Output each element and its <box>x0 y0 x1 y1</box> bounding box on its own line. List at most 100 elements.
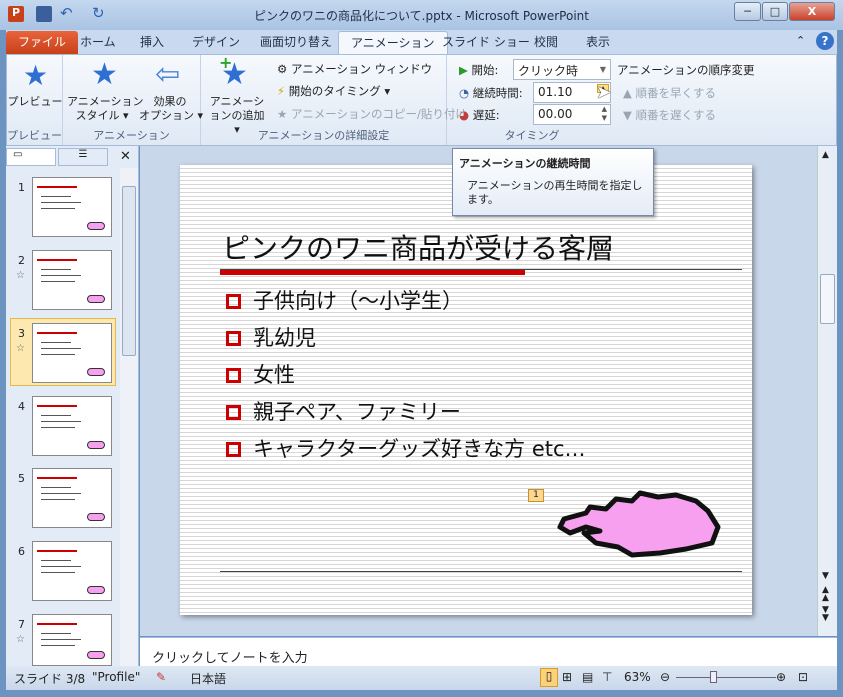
group-timing: ▶ 開始: クリック時 ▼ ◔ 継続時間: 01.10 ▲ ◕ 遅延: 00.00 ▲… <box>447 55 755 145</box>
move-later-button[interactable]: ▼ 順番を遅くする <box>623 107 716 123</box>
slide-sorter-icon[interactable]: ⊞ <box>562 670 572 684</box>
trigger-button[interactable]: ⚡ 開始のタイミング ▾ <box>277 83 390 99</box>
start-label: ▶ 開始: <box>459 63 499 77</box>
thumbnail-scrollbar[interactable] <box>120 168 138 666</box>
next-slide-icon[interactable]: ▼ ▼ <box>822 606 829 623</box>
effect-options-arrow-icon: ⇦ <box>155 57 181 92</box>
minimize-button[interactable]: ─ <box>734 2 761 21</box>
slide-number: 3 <box>18 327 25 340</box>
bullet-text: 女性 <box>253 363 295 387</box>
tab-home[interactable]: ホーム <box>68 31 128 54</box>
lightning-icon: ⚡ <box>277 84 289 98</box>
bullet-square-icon <box>226 368 241 383</box>
animation-pane-icon: ⚙ <box>277 62 291 76</box>
maximize-button[interactable]: □ <box>762 2 788 21</box>
tab-view[interactable]: 表示 <box>574 31 622 54</box>
pink-crocodile-image[interactable] <box>556 487 732 559</box>
animation-painter-button[interactable]: ★ アニメーションのコピー/貼り付け <box>277 106 467 122</box>
spellcheck-icon[interactable]: ✎ <box>156 670 166 684</box>
bullet-text: キャラクターグッズ好きな方 etc… <box>253 437 586 461</box>
animation-order-tag[interactable]: 1 <box>528 489 544 502</box>
bullet-text: 乳幼児 <box>253 326 316 350</box>
animation-star-icon: ☆ <box>16 270 25 281</box>
tab-review[interactable]: 校閲 <box>522 31 570 54</box>
slide-thumbnail[interactable] <box>32 396 112 456</box>
animation-style-button[interactable]: アニメーション スタイル ▾ <box>67 95 144 123</box>
slide-number: 2 <box>18 254 25 267</box>
language-indicator[interactable]: 日本語 <box>190 670 226 687</box>
bullet-item[interactable]: キャラクターグッズ好きな方 etc… <box>226 433 586 463</box>
reading-view-icon[interactable]: ▤ <box>582 670 593 684</box>
delay-label: ◕ 遅延: <box>459 108 500 122</box>
scroll-thumb[interactable] <box>122 186 136 356</box>
bullet-square-icon <box>226 405 241 420</box>
start-select[interactable]: クリック時 ▼ <box>513 59 611 80</box>
bullet-item[interactable]: 子供向け（～小学生） <box>226 285 463 315</box>
move-earlier-button[interactable]: ▲ 順番を早くする <box>623 85 716 101</box>
mouse-cursor-icon: ➤ <box>596 82 612 103</box>
scroll-thumb[interactable] <box>820 274 835 324</box>
previous-slide-icon[interactable]: ▲ ▲ <box>822 586 829 603</box>
slide-thumbnail[interactable] <box>32 614 112 666</box>
collapse-ribbon-icon[interactable]: ⌃ <box>796 34 805 47</box>
zoom-in-icon[interactable]: ⊕ <box>776 670 786 684</box>
slide-counter: スライド 3/8 <box>14 672 86 686</box>
slide-number: 6 <box>18 545 25 558</box>
window-title: ピンクのワニの商品化について.pptx - Microsoft PowerPoi… <box>254 9 589 23</box>
slide-number: 4 <box>18 400 25 413</box>
effect-options-button[interactable]: 効果の オプション ▾ <box>139 95 203 123</box>
scroll-up-icon[interactable]: ▲ <box>822 150 829 160</box>
duration-label: ◔ 継続時間: <box>459 86 523 100</box>
theme-name: "Profile" <box>92 670 141 684</box>
slide-thumbnail[interactable] <box>32 541 112 601</box>
help-icon[interactable]: ? <box>816 32 834 50</box>
slide-vertical-scrollbar[interactable]: ▲ ▼ ▲ ▲ ▼ ▼ <box>817 146 837 636</box>
plus-icon: + <box>219 53 233 72</box>
duration-value: 01.10 <box>538 85 573 99</box>
slide-thumbnail[interactable] <box>32 250 112 310</box>
footer-rule <box>220 571 742 572</box>
tooltip: アニメーションの継続時間 アニメーションの再生時間を指定します。 <box>452 148 654 216</box>
slide-canvas[interactable]: ピンクのワニ商品が受ける客層 子供向け（～小学生） 乳幼児女性親子ペア、ファミリー… <box>180 165 752 615</box>
bullet-item[interactable]: 親子ペア、ファミリー <box>226 396 461 426</box>
tab-insert[interactable]: 挿入 <box>128 31 176 54</box>
zoom-level[interactable]: 63% <box>624 670 651 684</box>
slide-number: 7 <box>18 618 25 631</box>
preview-button[interactable]: プレビュー <box>7 95 63 109</box>
chevron-down-icon: ▼ <box>599 65 606 74</box>
slideshow-view-icon[interactable]: ⊤ <box>602 670 612 684</box>
normal-view-icon[interactable]: ▯ <box>540 668 558 687</box>
delay-spinner[interactable]: 00.00 ▲ ▼ <box>533 104 611 125</box>
animation-style-star-icon: ★ <box>91 57 118 92</box>
slide-thumbnail[interactable] <box>32 177 112 237</box>
zoom-slider-thumb[interactable] <box>709 671 717 683</box>
title-rule <box>220 269 742 270</box>
start-value: クリック時 <box>518 64 579 78</box>
bullet-item[interactable]: 女性 <box>226 359 295 389</box>
zoom-out-icon[interactable]: ⊖ <box>660 670 670 684</box>
close-button[interactable]: X <box>789 2 835 21</box>
notes-pane[interactable]: クリックしてノートを入力 <box>140 637 837 666</box>
tab-transitions[interactable]: 画面切り替え <box>248 31 344 54</box>
animation-star-icon: ☆ <box>16 343 25 354</box>
close-pane-icon[interactable]: ✕ <box>120 149 131 164</box>
clock-icon: ◔ <box>459 86 473 100</box>
painter-star-icon: ★ <box>277 107 291 121</box>
slide-thumbnail[interactable] <box>32 468 112 528</box>
bullet-text: 親子ペア、ファミリー <box>253 400 461 424</box>
tab-slides[interactable]: ▭ <box>6 148 56 166</box>
fit-to-window-icon[interactable]: ⊡ <box>798 670 808 684</box>
tab-outline[interactable]: ☰ <box>58 148 108 166</box>
ribbon-tabs: ファイル ホーム 挿入 デザイン 画面切り替え アニメーション スライド ショー… <box>6 30 837 54</box>
scroll-down-icon[interactable]: ▼ <box>822 571 829 581</box>
animation-pane-button[interactable]: ⚙ アニメーション ウィンドウ <box>277 61 432 77</box>
bullet-item[interactable]: 乳幼児 <box>226 322 316 352</box>
slide-thumbnail[interactable] <box>32 323 112 383</box>
tab-design[interactable]: デザイン <box>180 31 252 54</box>
delay-value: 00.00 <box>538 107 573 121</box>
bullet-square-icon <box>226 442 241 457</box>
slide-title[interactable]: ピンクのワニ商品が受ける客層 <box>222 227 614 267</box>
triangle-up-icon: ▲ <box>623 86 636 100</box>
group-label: プレビュー <box>7 129 62 142</box>
zoom-slider[interactable] <box>676 677 776 678</box>
